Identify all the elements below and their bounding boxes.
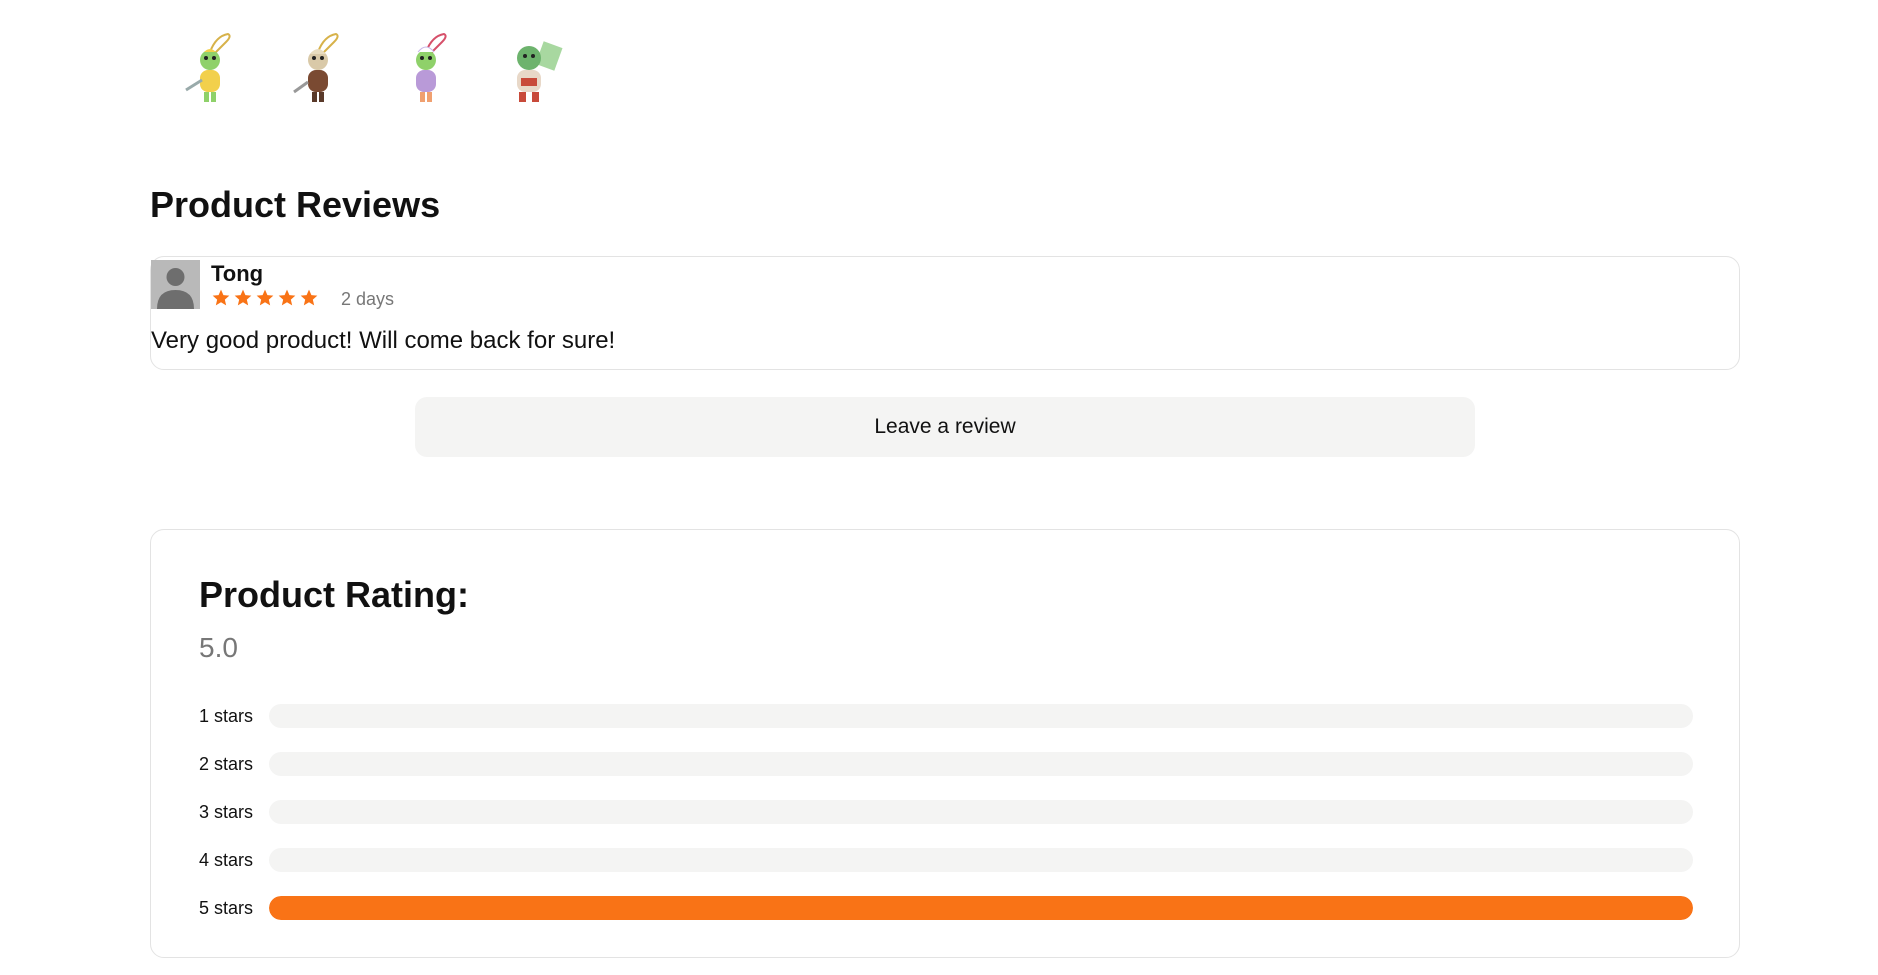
leave-review-button[interactable]: Leave a review bbox=[415, 397, 1475, 457]
review-text: Very good product! Will come back for su… bbox=[151, 327, 616, 354]
page: Product Reviews Tong 2 days Very good pr… bbox=[0, 0, 1878, 975]
rating-row-2: 2 stars bbox=[199, 740, 1693, 788]
review-card: Tong 2 days Very good product! Will come… bbox=[150, 256, 1740, 370]
reviews-title: Product Reviews bbox=[150, 184, 441, 225]
plush-keychain-green-icon bbox=[517, 41, 563, 102]
thumbnail-2[interactable] bbox=[278, 30, 358, 110]
rating-row-5: 5 stars bbox=[199, 884, 1693, 932]
rating-label: 2 stars bbox=[199, 753, 254, 774]
rating-bar bbox=[269, 800, 1693, 824]
avatar bbox=[151, 260, 200, 309]
plush-keychain-brown-icon bbox=[293, 32, 339, 102]
rating-bar bbox=[269, 848, 1693, 872]
star-icon bbox=[256, 289, 274, 306]
thumbnail-3[interactable] bbox=[386, 30, 466, 110]
review-date: 2 days bbox=[341, 289, 395, 309]
thumbnail-1[interactable] bbox=[170, 30, 250, 110]
thumbnail-strip bbox=[170, 30, 574, 110]
star-icon bbox=[278, 289, 296, 306]
rating-row-3: 3 stars bbox=[199, 788, 1693, 836]
star-icon bbox=[234, 289, 252, 306]
rating-breakdown: 1 stars 2 stars 3 stars 4 stars 5 stars bbox=[199, 692, 1693, 932]
plush-keychain-purple-icon bbox=[416, 32, 447, 102]
user-avatar-icon bbox=[151, 260, 200, 309]
rating-row-4: 4 stars bbox=[199, 836, 1693, 884]
rating-row-1: 1 stars bbox=[199, 692, 1693, 740]
plush-keychain-yellow-icon bbox=[185, 32, 231, 102]
rating-bar bbox=[269, 752, 1693, 776]
review-stars bbox=[211, 288, 319, 308]
rating-label: 4 stars bbox=[199, 849, 254, 870]
star-icon bbox=[212, 289, 230, 306]
rating-label: 5 stars bbox=[199, 897, 254, 918]
rating-bar bbox=[269, 896, 1693, 920]
rating-bar bbox=[269, 704, 1693, 728]
average-rating: 5.0 bbox=[199, 632, 238, 663]
star-icon bbox=[300, 289, 318, 306]
rating-label: 3 stars bbox=[199, 801, 254, 822]
rating-label: 1 stars bbox=[199, 705, 254, 726]
thumbnail-4[interactable] bbox=[494, 30, 574, 110]
rating-card: Product Rating: 5.0 1 stars 2 stars 3 st… bbox=[150, 529, 1740, 958]
rating-title: Product Rating: bbox=[199, 574, 469, 615]
reviewer-name: Tong bbox=[211, 261, 264, 286]
rating-bar-fill bbox=[269, 896, 1693, 920]
